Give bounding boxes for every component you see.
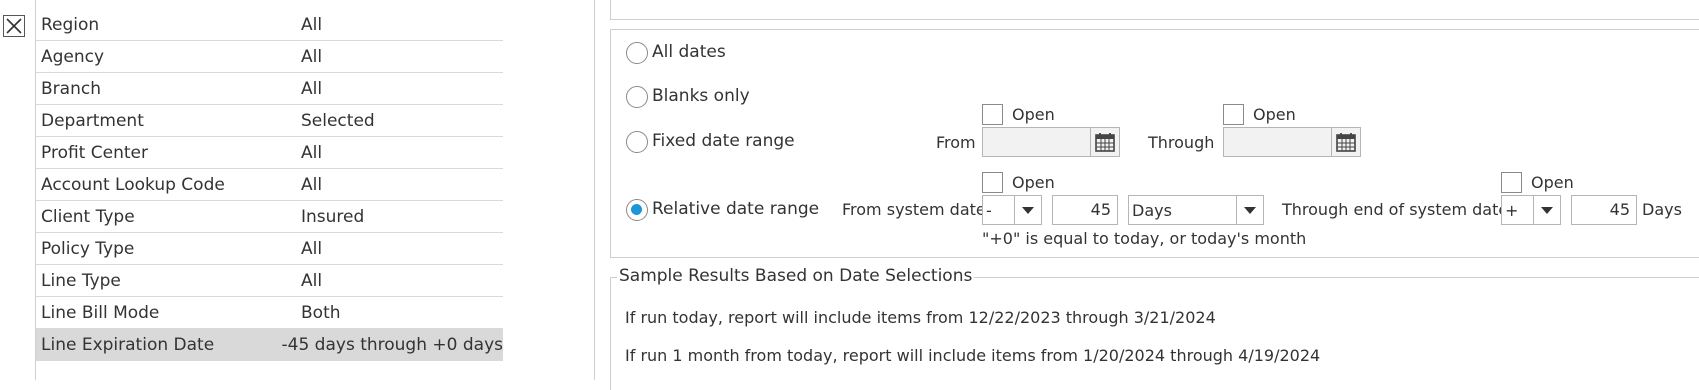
filter-value: -45 days through +0 days [281,334,504,355]
divider [594,0,595,380]
fixed-from-label: From [936,133,976,152]
open-label: Open [1253,105,1296,124]
filter-value: All [301,142,323,163]
filter-label: Client Type [41,206,135,227]
filter-value: All [301,238,323,259]
fixed-through-label: Through [1148,133,1215,152]
fixed-from-date-input[interactable] [982,127,1092,157]
filter-label: Line Bill Mode [41,302,160,323]
sample-result-today: If run today, report will include items … [625,308,1216,327]
filter-value: All [301,174,323,195]
filter-label: Profit Center [41,142,148,163]
unit-select[interactable]: Days [1128,195,1264,225]
through-sign-select[interactable]: + [1501,195,1561,225]
filter-label: Department [41,110,144,131]
filter-value: Insured [301,206,365,227]
filter-row-client-type[interactable]: Client Type Insured [36,201,503,233]
calendar-icon[interactable] [1090,127,1120,157]
filter-label: Policy Type [41,238,135,259]
chevron-down-icon [1533,196,1560,224]
filter-label: Line Type [41,270,121,291]
fixed-through-open-checkbox[interactable] [1223,104,1244,125]
unit-value: Days [1132,201,1172,220]
filter-row-profit-center[interactable]: Profit Center All [36,137,503,169]
filter-label: Region [41,14,100,35]
from-sign-value: - [986,201,992,220]
filter-row-line-type[interactable]: Line Type All [36,265,503,297]
open-label: Open [1531,173,1574,192]
calendar-icon[interactable] [1331,127,1361,157]
filter-row-line-bill-mode[interactable]: Line Bill Mode Both [36,297,503,329]
open-label: Open [1012,173,1055,192]
filter-value: Selected [301,110,375,131]
all-dates-radio[interactable] [626,42,648,64]
all-dates-label[interactable]: All dates [652,42,726,62]
through-amount-input[interactable]: 45 [1571,195,1637,225]
filter-row-policy-type[interactable]: Policy Type All [36,233,503,265]
through-unit-label: Days [1642,200,1682,219]
filter-row-account-lookup-code[interactable]: Account Lookup Code All [36,169,503,201]
fixed-through-date-input[interactable] [1223,127,1333,157]
filter-row-agency[interactable]: Agency All [36,41,503,73]
blanks-only-radio[interactable] [626,86,648,108]
filter-list: Region All Agency All Branch All Departm… [36,9,503,361]
filter-value: All [301,14,323,35]
relative-date-range-label[interactable]: Relative date range [652,199,819,219]
filter-label: Agency [41,46,105,67]
filter-label: Branch [41,78,101,99]
close-icon[interactable] [3,15,25,37]
filter-value: All [301,46,323,67]
filter-value: All [301,270,323,291]
relative-date-range-radio[interactable] [626,199,648,221]
fixed-date-range-label[interactable]: Fixed date range [652,131,795,151]
filter-value: All [301,78,323,99]
filter-value: Both [301,302,341,323]
blanks-only-label[interactable]: Blanks only [652,86,750,106]
through-sign-value: + [1505,201,1519,220]
filter-row-region[interactable]: Region All [36,9,503,41]
sample-result-one-month: If run 1 month from today, report will i… [625,346,1321,365]
chevron-down-icon [1014,196,1041,224]
through-end-label: Through end of system date [1282,200,1509,219]
filter-label: Line Expiration Date [41,334,215,355]
filter-row-branch[interactable]: Branch All [36,73,503,105]
from-sign-select[interactable]: - [982,195,1042,225]
sample-results-panel [610,277,1699,390]
from-amount-input[interactable]: 45 [1052,195,1118,225]
open-label: Open [1012,105,1055,124]
fixed-date-range-radio[interactable] [626,131,648,153]
filter-label: Account Lookup Code [41,174,225,195]
relative-from-open-checkbox[interactable] [982,172,1003,193]
relative-hint: "+0" is equal to today, or today's month [982,229,1307,248]
chevron-down-icon [1236,196,1263,224]
relative-through-open-checkbox[interactable] [1501,172,1522,193]
filter-row-department[interactable]: Department Selected [36,105,503,137]
top-panel-border [610,0,1699,20]
sample-results-title: Sample Results Based on Date Selections [617,266,975,286]
from-system-date-label: From system date [842,200,986,219]
filter-row-line-expiration-date[interactable]: Line Expiration Date -45 days through +0… [36,329,503,361]
fixed-from-open-checkbox[interactable] [982,104,1003,125]
